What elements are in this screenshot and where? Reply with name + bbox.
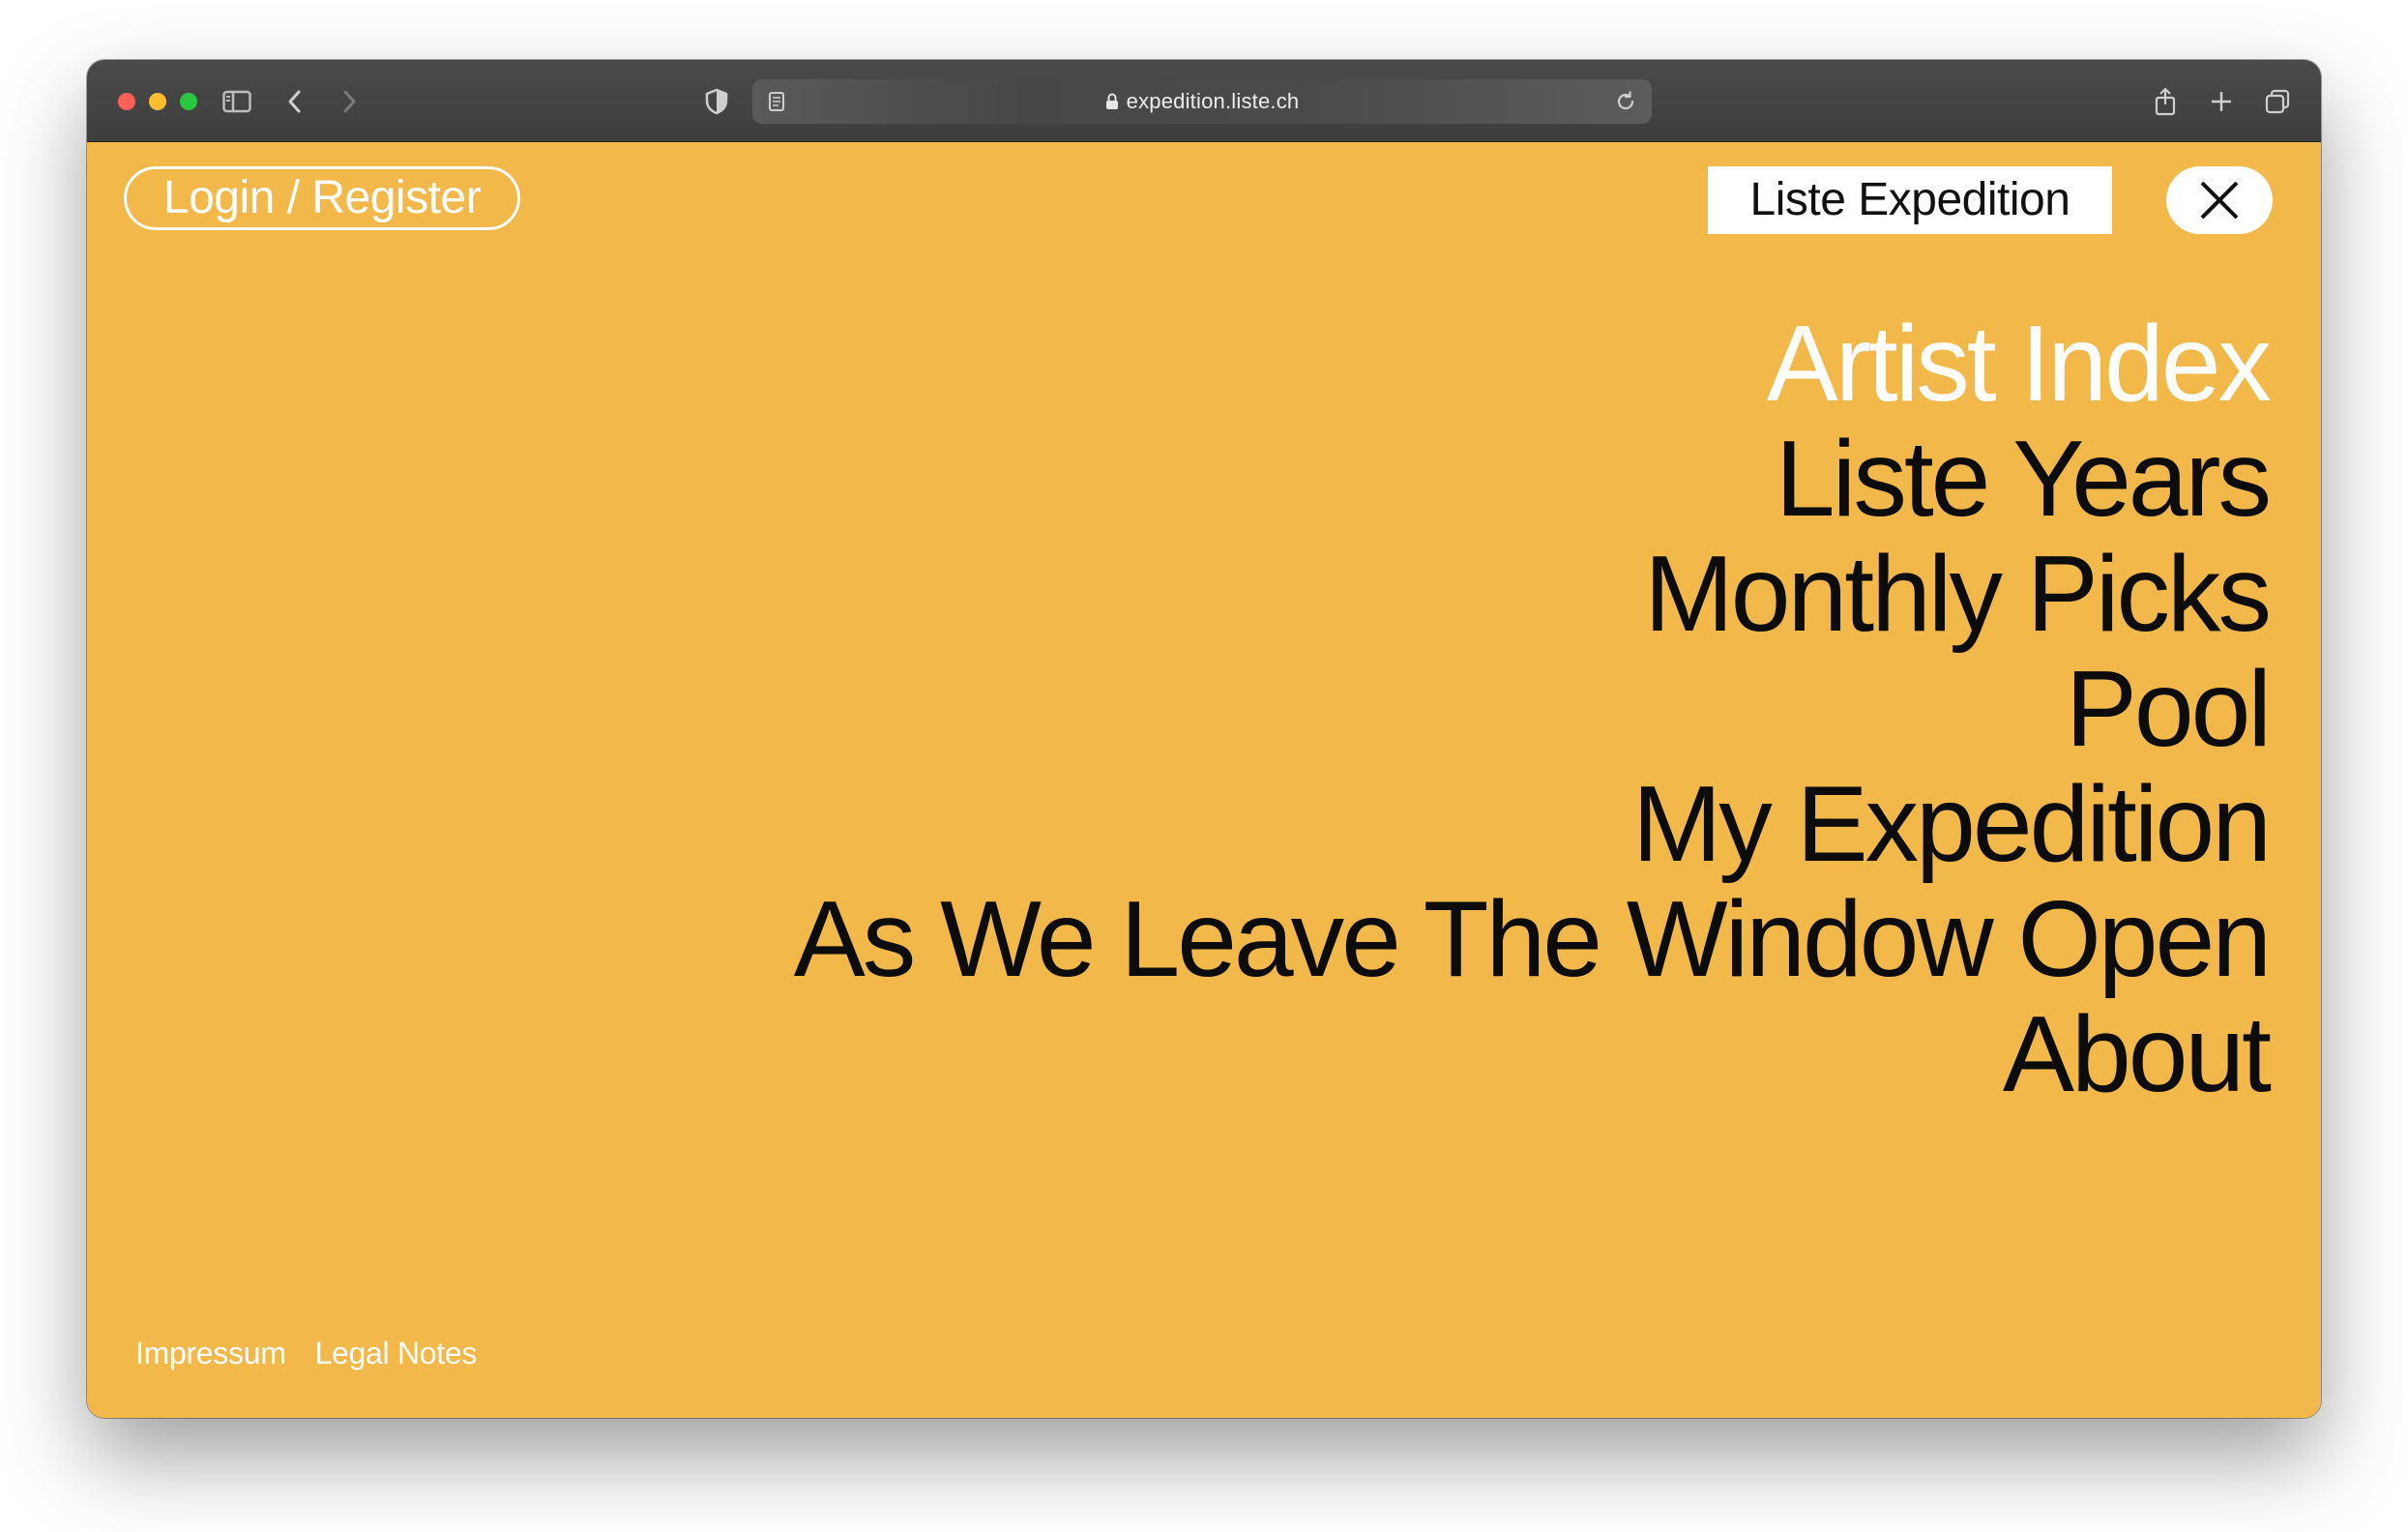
tabs-overview-icon[interactable]: [2259, 83, 2296, 120]
address-bar[interactable]: expedition.liste.ch: [752, 79, 1652, 124]
liste-expedition-label[interactable]: Liste Expedition: [1708, 166, 2112, 234]
browser-toolbar: expedition.liste.ch: [87, 60, 2321, 142]
close-icon: [2200, 181, 2239, 220]
minimize-window-button[interactable]: [149, 93, 166, 110]
menu-item-pool[interactable]: Pool: [528, 652, 2272, 767]
plus-icon[interactable]: [2203, 83, 2240, 120]
impressum-link[interactable]: Impressum: [135, 1336, 286, 1371]
share-icon[interactable]: [2147, 83, 2184, 120]
chevron-left-icon[interactable]: [277, 83, 313, 120]
close-window-button[interactable]: [118, 93, 135, 110]
menu-item-monthly-picks[interactable]: Monthly Picks: [528, 537, 2272, 652]
close-menu-button[interactable]: [2166, 166, 2273, 234]
reload-icon[interactable]: [1607, 83, 1644, 120]
footer-links: Impressum Legal Notes: [135, 1336, 477, 1371]
zoom-window-button[interactable]: [180, 93, 197, 110]
menu-item-artist-index[interactable]: Artist Index: [528, 307, 2272, 422]
login-register-button[interactable]: Login / Register: [124, 166, 520, 230]
menu-item-my-expedition[interactable]: My Expedition: [528, 767, 2272, 882]
shield-icon[interactable]: [698, 83, 735, 120]
menu-item-liste-years[interactable]: Liste Years: [528, 422, 2272, 537]
lock-icon: [1105, 93, 1119, 110]
chevron-right-icon[interactable]: [331, 83, 367, 120]
sidebar-icon[interactable]: [219, 83, 255, 120]
browser-window: expedition.liste.ch Login / Register Lis…: [87, 60, 2321, 1418]
url-text: expedition.liste.ch: [1126, 89, 1300, 113]
legal-notes-link[interactable]: Legal Notes: [315, 1336, 478, 1371]
main-menu: Artist Index Liste Years Monthly Picks P…: [528, 307, 2272, 1112]
page-content: Login / Register Liste Expedition Artist…: [87, 142, 2321, 1418]
menu-item-as-we-leave-the-window-open[interactable]: As We Leave The Window Open: [528, 882, 2272, 997]
menu-item-about[interactable]: About: [528, 997, 2272, 1112]
url-display: expedition.liste.ch: [752, 79, 1652, 124]
